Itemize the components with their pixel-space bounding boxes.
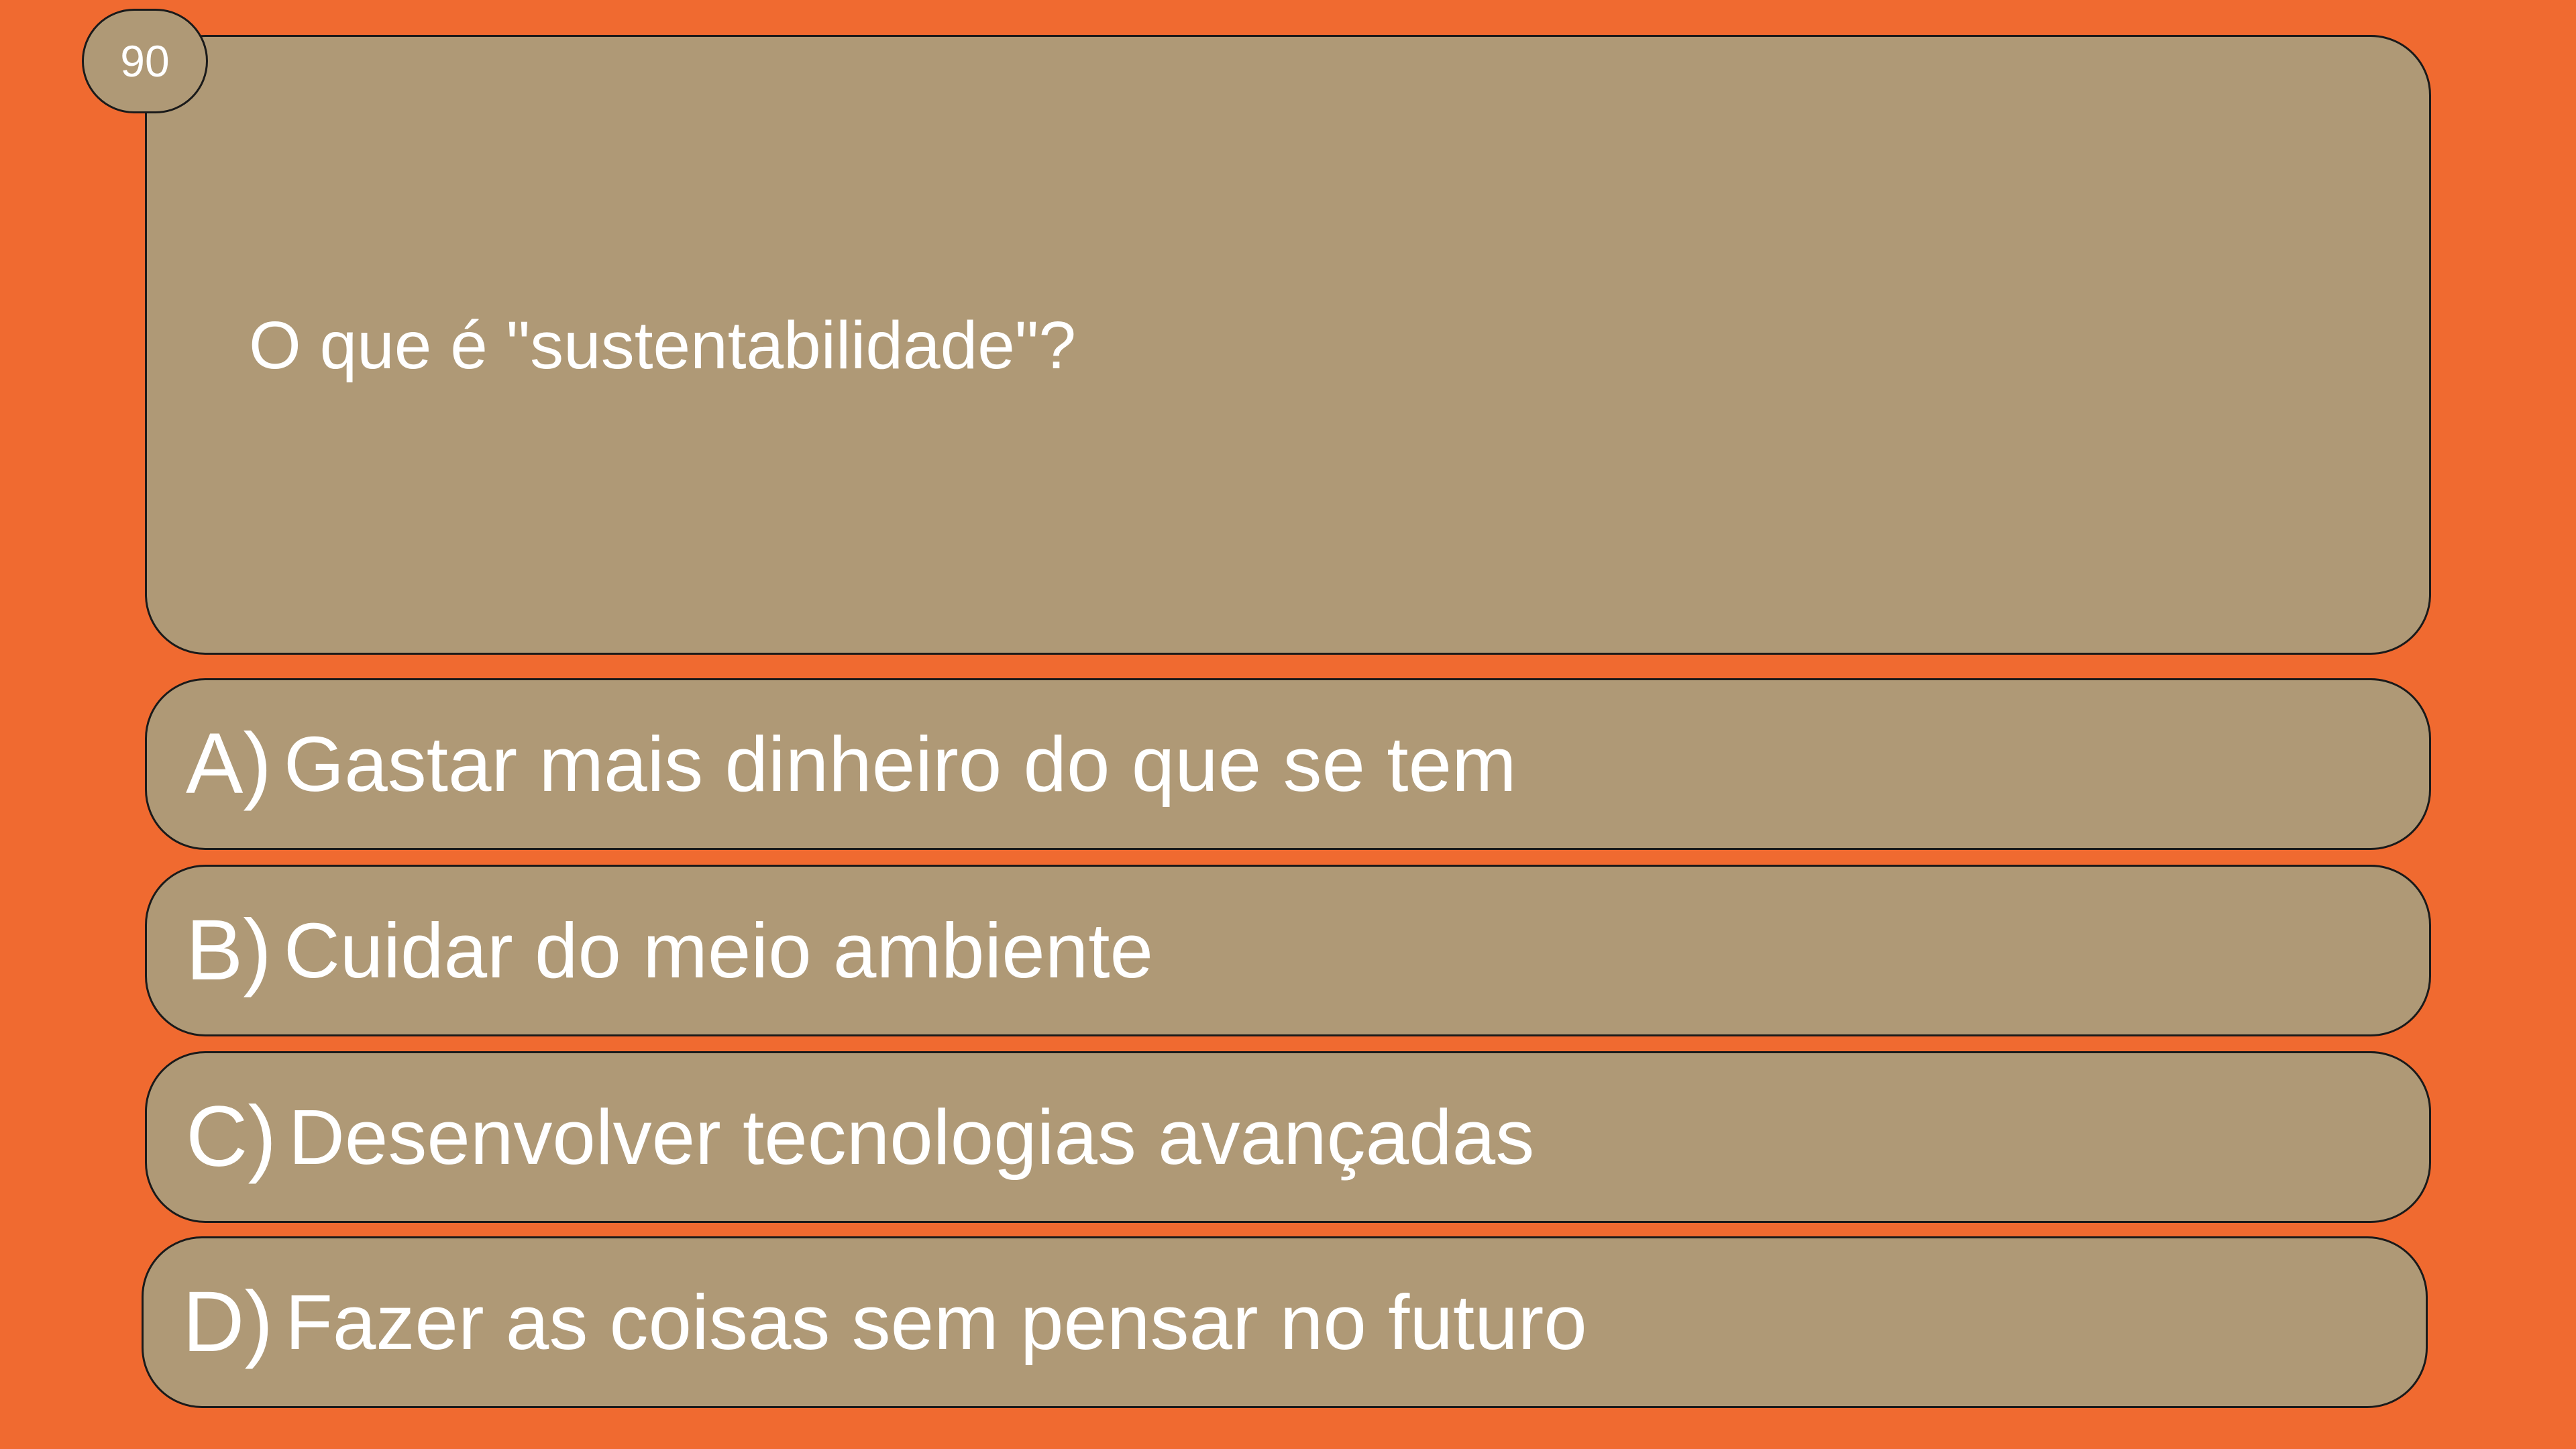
timer-badge: 90 <box>82 9 208 113</box>
answer-letter-d: D) <box>182 1274 274 1370</box>
question-text: O que é "sustentabilidade"? <box>249 308 1076 383</box>
answer-letter-a: A) <box>186 716 272 812</box>
answer-letter-b: B) <box>186 902 272 998</box>
question-card: O que é "sustentabilidade"? <box>145 35 2431 655</box>
answer-text-d: Fazer as coisas sem pensar no futuro <box>285 1279 1587 1366</box>
answer-option-d[interactable]: D) Fazer as coisas sem pensar no futuro <box>142 1236 2428 1408</box>
answer-letter-c: C) <box>186 1089 277 1185</box>
answer-text-c: Desenvolver tecnologias avançadas <box>288 1093 1535 1181</box>
answer-text-a: Gastar mais dinheiro do que se tem <box>284 720 1517 808</box>
timer-value: 90 <box>120 36 170 86</box>
answer-text-b: Cuidar do meio ambiente <box>284 907 1154 994</box>
answer-option-c[interactable]: C) Desenvolver tecnologias avançadas <box>145 1051 2431 1223</box>
answer-option-b[interactable]: B) Cuidar do meio ambiente <box>145 865 2431 1036</box>
answer-option-a[interactable]: A) Gastar mais dinheiro do que se tem <box>145 678 2431 850</box>
